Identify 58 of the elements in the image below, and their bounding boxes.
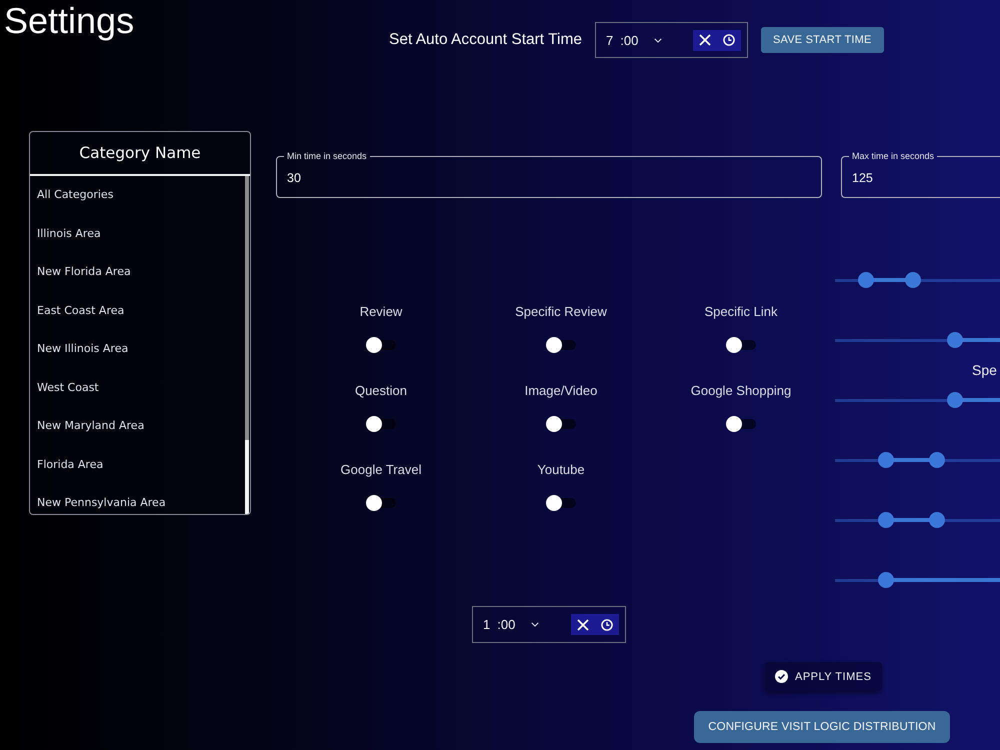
field-label: Max time in seconds [851, 151, 936, 161]
toggle-label: Youtube [537, 462, 585, 478]
clock-button[interactable] [717, 30, 741, 50]
slider-thumb[interactable] [929, 512, 946, 528]
slider-thumb[interactable] [878, 452, 894, 468]
category-header: Category Name [30, 132, 250, 176]
field-value: 125 [852, 170, 873, 186]
toggle-label: Image/Video [524, 383, 598, 399]
slider-thumb[interactable] [929, 452, 946, 468]
toggle-label: Specific Review [515, 304, 607, 320]
configure-visit-logic-button[interactable]: CONFIGURE VISIT LOGIC DISTRIBUTION [694, 711, 950, 743]
scrollbar-track[interactable] [245, 176, 249, 514]
category-item[interactable]: New Pennsylvania Area [37, 496, 166, 510]
slider-thumb[interactable] [904, 272, 921, 288]
start-time-label: Set Auto Account Start Time [389, 31, 582, 49]
clear-time-button[interactable] [693, 30, 717, 50]
scrollbar-thumb[interactable] [245, 176, 249, 440]
slider-thumb[interactable] [947, 332, 964, 348]
close-icon [577, 618, 589, 630]
page-title: Settings [4, 0, 134, 42]
close-icon [699, 34, 711, 46]
time-input-field[interactable]: Max time in seconds 125 [841, 151, 1000, 198]
category-item[interactable]: Florida Area [37, 458, 104, 472]
check-circle-icon [775, 670, 788, 683]
minute-value: :00 [620, 32, 638, 48]
clock-icon [601, 618, 613, 630]
field-value: 30 [287, 170, 301, 186]
minute-value: :00 [497, 617, 516, 632]
chevron-down-icon[interactable] [654, 38, 662, 42]
category-item[interactable]: All Categories [37, 188, 114, 202]
save-start-time-button[interactable]: SAVE START TIME [761, 27, 884, 53]
toggle-label: Specific Link [704, 304, 778, 320]
slider-thumb[interactable] [878, 512, 894, 528]
clear-time-button[interactable] [571, 614, 595, 635]
chevron-down-icon[interactable] [531, 622, 540, 627]
time-field[interactable]: 1 :00 [472, 606, 626, 643]
category-item[interactable]: New Illinois Area [37, 342, 128, 356]
apply-times-button[interactable]: APPLY TIMES [765, 662, 882, 691]
hour-value: 7 [606, 32, 614, 48]
category-item[interactable]: East Coast Area [37, 304, 124, 318]
time-input-field[interactable]: Min time in seconds 30 [276, 151, 822, 198]
hour-value: 1 [483, 617, 490, 632]
category-item[interactable]: Illinois Area [37, 226, 101, 240]
slider-thumb[interactable] [858, 272, 874, 288]
toggle-label: Google Shopping [690, 383, 792, 399]
clock-button[interactable] [595, 614, 619, 635]
slider-thumb[interactable] [878, 572, 894, 588]
toggle-label: Review [360, 304, 402, 320]
category-item[interactable]: West Coast [37, 380, 99, 394]
slider-thumb[interactable] [947, 392, 964, 408]
category-item[interactable]: New Florida Area [37, 265, 131, 279]
clock-icon [723, 34, 735, 46]
toggle-label: Google Travel [340, 462, 422, 478]
field-label: Min time in seconds [286, 151, 368, 161]
slider-caption: Spe [972, 362, 997, 378]
category-item[interactable]: New Maryland Area [37, 419, 144, 433]
time-field[interactable]: 7 :00 [595, 22, 748, 58]
toggle-label: Question [354, 383, 408, 399]
